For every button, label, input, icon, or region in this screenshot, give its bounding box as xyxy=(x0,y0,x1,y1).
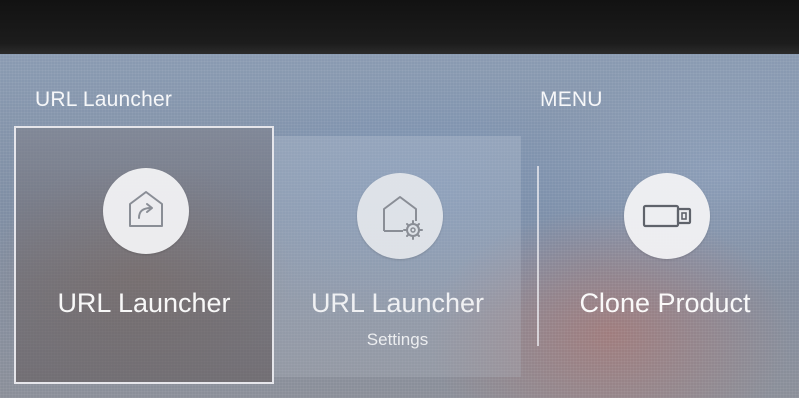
house-arrow-icon xyxy=(103,168,189,254)
menu-divider xyxy=(537,166,539,346)
tile-sublabel: Settings xyxy=(366,330,429,349)
usb-drive-icon xyxy=(624,173,710,259)
section-title-menu: MENU xyxy=(540,88,603,111)
house-gear-icon xyxy=(357,173,443,259)
tile-clone-product[interactable]: Clone Product xyxy=(540,136,790,377)
tile-label: URL Launcher xyxy=(310,288,485,318)
section-title-url-launcher: URL Launcher xyxy=(35,88,173,111)
tile-label: Clone Product xyxy=(579,288,751,318)
tv-screen: URL Launcher MENU URL Launcher URL Launc… xyxy=(0,0,799,398)
tile-url-launcher[interactable]: URL Launcher xyxy=(14,126,274,384)
tile-url-launcher-settings[interactable]: URL Launcher Settings xyxy=(274,136,521,377)
tile-label: URL Launcher xyxy=(57,288,231,318)
top-bezel xyxy=(0,0,799,54)
